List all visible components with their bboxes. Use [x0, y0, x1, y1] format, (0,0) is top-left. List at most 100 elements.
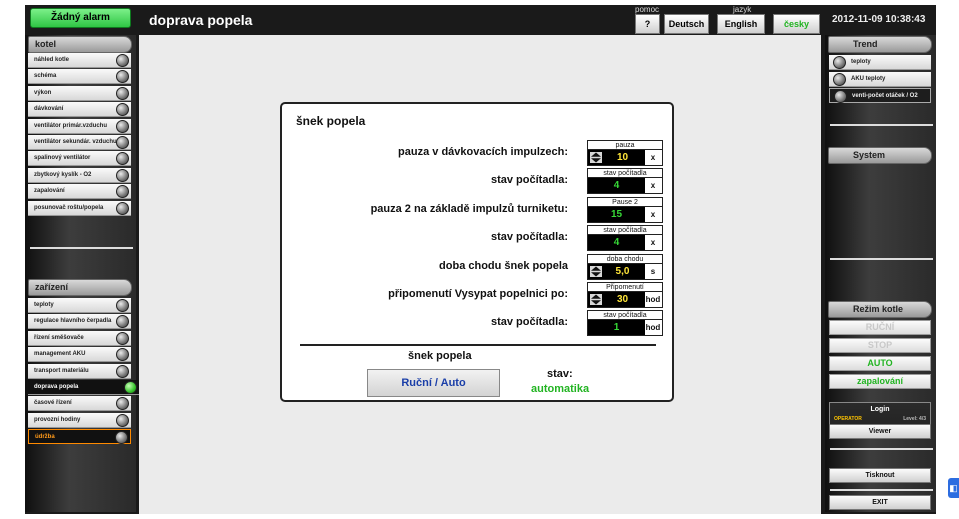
sidebar-item[interactable]: regulace hlavního čerpadla [28, 314, 131, 330]
sidebar-item[interactable]: management AKU [28, 347, 131, 363]
round-indicator-icon [116, 136, 129, 149]
trend-item[interactable]: teploty [829, 55, 931, 70]
round-indicator-icon [116, 299, 129, 312]
param-label: stav počítadla: [490, 174, 568, 187]
section-header-boiler: kotel [28, 36, 132, 53]
ash-screw-dialog: šnek popela pauza v dávkovacích impulzec… [280, 102, 674, 402]
nav-item-label: doprava popela [34, 384, 79, 390]
round-indicator-icon [116, 152, 129, 166]
divider [830, 489, 933, 491]
mode-button[interactable]: zapalování [829, 374, 931, 389]
sidebar-item[interactable]: zbytkový kyslík - O2 [28, 167, 131, 183]
param-box: stav počítadla 4 x [587, 168, 663, 195]
param-unit: x [650, 153, 656, 162]
nav-item-label: náhled kotle [34, 57, 70, 63]
param-caption: stav počítadla [588, 311, 662, 321]
sidebar-item[interactable]: časové řízení [28, 396, 131, 412]
mode-button[interactable]: STOP [829, 338, 931, 353]
sidebar-item[interactable]: údržba [28, 429, 131, 445]
print-button[interactable]: Tisknout [829, 468, 931, 483]
right-nav-panel [825, 35, 936, 512]
round-indicator-icon [116, 331, 129, 345]
nav-item-label: spalinový ventilátor [34, 155, 91, 162]
nav-item-label: zbytkový kyslík - O2 [34, 171, 92, 178]
nav-item-label: regulace hlavního čerpadla [34, 318, 112, 325]
sidebar-item[interactable]: ventilátor sekundár. vzduchu [28, 135, 131, 150]
param-label: doba chodu šnek popela [439, 259, 568, 272]
lang-button-de[interactable]: Deutsch [664, 14, 709, 34]
sidebar-item[interactable]: výkon [28, 85, 131, 101]
sidebar-item[interactable]: doprava popela [28, 380, 139, 395]
nav-item-label: AKU teploty [851, 75, 886, 82]
sidebar-item[interactable]: provozní hodiny [28, 412, 131, 428]
param-box: stav počítadla 1 hod [587, 310, 663, 337]
sidebar-item[interactable]: ventilátor primár.vzduchu [28, 118, 131, 134]
subsection-title: šnek popela [408, 350, 472, 362]
param-box: stav počítadla 4 x [587, 225, 663, 252]
side-tab-icon[interactable]: ◧ [948, 478, 959, 498]
param-box: doba chodu 5,0 s [587, 253, 663, 280]
nav-item-label: dávkování [34, 106, 64, 113]
round-indicator-icon [116, 315, 129, 329]
sidebar-item[interactable]: posunovač roštu/popela [28, 200, 131, 216]
param-value-display: 4 [588, 235, 645, 251]
sidebar-item[interactable]: řízení směšovače [28, 330, 131, 346]
up-down-arrow-icon[interactable] [590, 294, 602, 305]
viewer-button[interactable]: Viewer [829, 424, 931, 439]
round-indicator-icon [116, 168, 129, 182]
sidebar-item[interactable]: dávkování [28, 102, 131, 118]
trend-item[interactable]: AKU teploty [829, 71, 931, 87]
state-value: automatika [531, 383, 590, 395]
manual-auto-button[interactable]: Ruční / Auto [367, 369, 500, 397]
alarm-status-button[interactable]: Žádný alarm [30, 8, 131, 28]
round-indicator-icon [116, 185, 129, 199]
sidebar-item[interactable]: náhled kotle [28, 53, 131, 68]
nav-item-label: schéma [34, 73, 57, 80]
param-box: pauza 10 x [587, 140, 663, 166]
param-unit: hod [645, 323, 661, 333]
param-label: pauza v dávkovacích impulzech: [398, 146, 568, 158]
up-down-arrow-icon[interactable] [590, 152, 602, 163]
nav-item-label: výkon [34, 89, 52, 96]
param-row: 10 x [588, 150, 662, 165]
mode-button[interactable]: RUČNÍ [829, 320, 931, 335]
operator-label: OPERATOR [834, 416, 862, 422]
param-unit: hod [645, 295, 661, 304]
param-label: pauza 2 na základě impulzů turniketu: [370, 202, 568, 215]
param-label: stav počítadla: [490, 316, 568, 329]
nav-item-label: transport materiálu [34, 367, 89, 374]
sidebar-item[interactable]: transport materiálu [28, 363, 131, 379]
section-header-system[interactable]: System [828, 147, 932, 164]
lang-button-cz[interactable]: česky [773, 14, 820, 34]
lang-button-en[interactable]: English [717, 14, 765, 34]
param-unit: x [650, 238, 656, 248]
mode-button[interactable]: AUTO [829, 356, 931, 371]
round-indicator-icon [833, 72, 846, 86]
trend-item[interactable]: venti-počet otáček / O2 [829, 88, 931, 103]
nav-item-label: ventilátor primár.vzduchu [34, 122, 108, 129]
param-box: Připomenutí 30 hod [587, 282, 663, 308]
exit-button[interactable]: EXIT [829, 495, 931, 510]
hmi-screen: Žádný alarm doprava popela pomoc ? jazyk… [25, 5, 936, 514]
round-indicator-icon [124, 381, 137, 394]
param-row: 5,0 s [588, 263, 662, 279]
nav-item-label: řízení směšovače [34, 334, 84, 341]
param-caption: doba chodu [588, 255, 662, 264]
datetime-display: 2012-11-09 10:38:43 [832, 14, 926, 25]
help-button[interactable]: ? [635, 14, 660, 34]
section-header-boiler-mode: Režim kotle [828, 301, 932, 318]
param-row: 4x [588, 235, 662, 251]
page-title: doprava popela [149, 12, 253, 28]
round-indicator-icon [834, 90, 847, 103]
round-indicator-icon [116, 119, 129, 133]
round-indicator-icon [116, 70, 129, 84]
sidebar-item[interactable]: teploty [28, 298, 131, 313]
nav-item-label: údržba [35, 434, 55, 441]
sidebar-item[interactable]: zapalování [28, 184, 131, 200]
state-label: stav: [547, 368, 573, 380]
divider [830, 258, 933, 260]
round-indicator-icon [115, 431, 128, 445]
sidebar-item[interactable]: schéma [28, 69, 131, 85]
sidebar-item[interactable]: spalinový ventilátor [28, 151, 131, 167]
up-down-arrow-icon[interactable] [590, 265, 602, 277]
